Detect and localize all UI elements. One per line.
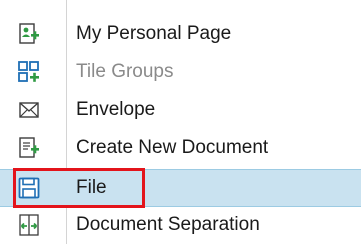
menu-item-label: File bbox=[76, 177, 107, 198]
save-file-icon bbox=[17, 176, 41, 200]
menu-item-label: Create New Document bbox=[76, 137, 269, 158]
menu-item-my-personal-page[interactable]: My Personal Page bbox=[0, 16, 361, 52]
menu-item-label: Document Separation bbox=[76, 214, 260, 235]
create-document-icon bbox=[17, 136, 41, 160]
menu-item-label: My Personal Page bbox=[76, 23, 232, 44]
envelope-icon bbox=[17, 98, 41, 122]
menu-item-label: Envelope bbox=[76, 99, 156, 120]
personal-page-icon bbox=[17, 22, 41, 46]
menu-item-tile-groups[interactable]: Tile Groups bbox=[0, 54, 361, 90]
menu-item-create-new-document[interactable]: Create New Document bbox=[0, 130, 361, 166]
menu-item-envelope[interactable]: Envelope bbox=[0, 92, 361, 128]
tile-groups-icon bbox=[17, 60, 41, 84]
menu-item-file[interactable]: File bbox=[0, 169, 361, 207]
context-menu: My Personal Page Tile Groups Envelope Cr… bbox=[0, 0, 361, 244]
menu-item-document-separation[interactable]: Document Separation bbox=[0, 207, 361, 243]
document-separation-icon bbox=[17, 213, 41, 237]
menu-item-label: Tile Groups bbox=[76, 61, 174, 82]
